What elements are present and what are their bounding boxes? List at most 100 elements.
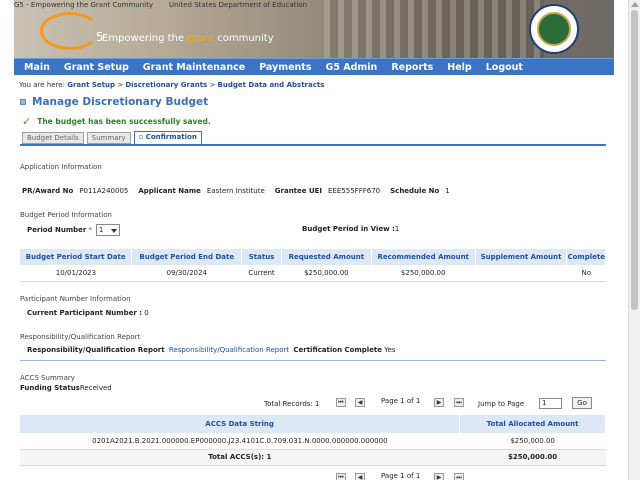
application-info-row: PR/Award No P011A240005 Applicant Name E… <box>22 187 460 195</box>
award-label: PR/Award No <box>22 187 74 195</box>
banner-alt-text: G5 - Empowering the Grant Community <box>14 1 154 9</box>
nav-grant-maintenance[interactable]: Grant Maintenance <box>143 62 245 73</box>
next-page-button[interactable]: ▶ <box>434 473 444 480</box>
breadcrumb-prefix: You are here: <box>19 81 68 89</box>
success-banner: ✓ The budget has been successfully saved… <box>22 115 211 128</box>
total-accs-label: Total ACCS(s): 1 <box>20 449 460 466</box>
period-in-view: Budget Period in View :1 <box>302 225 399 233</box>
funding-status-row: Funding StatusReceived <box>20 384 112 392</box>
jump-to-page-input[interactable]: 1 <box>539 398 562 409</box>
responsibility-report-link[interactable]: Responsibility/Qualification Report <box>169 346 289 354</box>
breadcrumb-separator: > <box>207 81 218 89</box>
responsibility-section-label: Responsibility/Qualification Report <box>20 333 141 341</box>
col-total-allocated-amount[interactable]: Total Allocated Amount <box>459 415 606 433</box>
chevron-down-icon <box>110 229 117 233</box>
go-button[interactable]: Go <box>572 397 592 409</box>
period-number-row: Period Number * 1 <box>27 224 120 236</box>
tagline: Empowering the grant community <box>102 33 274 44</box>
nav-g5-admin[interactable]: G5 Admin <box>326 62 378 73</box>
breadcrumb-budget-data[interactable]: Budget Data and Abstracts <box>218 81 325 89</box>
nav-help[interactable]: Help <box>447 62 471 73</box>
page-title: Manage Discretionary Budget <box>32 96 209 108</box>
accs-section-label: ACCS Summary <box>20 374 75 382</box>
tagline-suffix: community <box>214 33 274 44</box>
nav-reports[interactable]: Reports <box>391 62 433 73</box>
banner-background <box>324 0 544 58</box>
tagline-prefix: Empowering the <box>102 33 188 44</box>
period-number-select[interactable]: 1 <box>95 224 120 236</box>
scroll-up-arrow-icon[interactable] <box>631 2 639 7</box>
funding-status-value: Received <box>79 384 112 392</box>
nav-grant-setup[interactable]: Grant Setup <box>64 62 129 73</box>
g5-logo-arc <box>40 12 100 50</box>
period-in-view-label: Budget Period in View : <box>302 225 395 233</box>
tab-confirmation[interactable]: ▫ Confirmation <box>133 131 202 144</box>
seal-tree-icon <box>537 12 571 46</box>
total-accs-value: $250,000.00 <box>459 449 606 466</box>
period-number-label: Period Number <box>27 226 87 234</box>
header-banner: G5 - Empowering the Grant Community Unit… <box>14 0 614 58</box>
tab-underline <box>20 144 606 146</box>
certification-value: Yes <box>384 346 396 354</box>
nav-main[interactable]: Main <box>24 62 50 73</box>
jump-to-page-label: Jump to Page <box>478 400 525 408</box>
accs-pager-bottom: ⏮ ◀ Page 1 of 1 ▶ ⏭ <box>20 472 606 480</box>
tab-summary[interactable]: Summary <box>86 132 131 144</box>
col-accs-data-string[interactable]: ACCS Data String <box>20 415 461 433</box>
schedule-value: 1 <box>445 187 450 195</box>
title-bullet-icon <box>20 99 26 105</box>
table-row: 0201A2021.B.2021.000000.EP000000.J23.410… <box>20 433 606 450</box>
responsibility-row: Responsibility/Qualification Report Resp… <box>27 346 396 354</box>
budget-period-section-label: Budget Period Information <box>20 211 112 219</box>
nav-logout[interactable]: Logout <box>486 62 523 73</box>
breadcrumb-grant-setup[interactable]: Grant Setup <box>67 81 115 89</box>
nav-payments[interactable]: Payments <box>259 62 311 73</box>
table-header-row: Budget Period Start Date Budget Period E… <box>20 249 606 265</box>
uei-value: EEE555FFF670 <box>328 187 381 195</box>
participant-value: 0 <box>144 309 149 317</box>
last-page-button[interactable]: ⏭ <box>454 473 464 480</box>
vertical-scrollbar[interactable] <box>628 0 640 480</box>
participant-label: Current Participant Number : <box>27 309 143 317</box>
main-nav: Main Grant Setup Grant Maintenance Payme… <box>14 58 614 75</box>
participant-section-label: Participant Number Information <box>20 295 131 303</box>
applicant-value: Eastern Institute <box>206 187 265 195</box>
first-page-button[interactable]: ⏮ <box>336 473 346 480</box>
col-recommended-amount[interactable]: Recommended Amount <box>371 249 476 265</box>
responsibility-label: Responsibility/Qualification Report <box>27 346 165 354</box>
cell-status: Current <box>241 265 282 282</box>
divider <box>20 360 606 361</box>
cell-recommended-amount: $250,000.00 <box>371 265 476 282</box>
col-requested-amount[interactable]: Requested Amount <box>281 249 372 265</box>
col-status[interactable]: Status <box>241 249 282 265</box>
breadcrumb-discretionary-grants[interactable]: Discretionary Grants <box>125 81 207 89</box>
tab-confirmation-icon: ▫ <box>138 133 146 141</box>
accs-table: ACCS Data String Total Allocated Amount … <box>20 415 606 466</box>
col-start-date[interactable]: Budget Period Start Date <box>20 249 133 265</box>
col-supplement-amount[interactable]: Supplement Amount <box>475 249 568 265</box>
period-number-value: 1 <box>98 226 104 234</box>
cell-start-date: 10/01/2023 <box>20 265 132 282</box>
prev-page-button[interactable]: ◀ <box>355 473 365 480</box>
col-complete[interactable]: Complete <box>566 249 606 265</box>
tab-budget-details[interactable]: Budget Details <box>22 132 84 144</box>
participant-row: Current Participant Number : 0 <box>27 309 149 317</box>
scrollbar-thumb[interactable] <box>631 10 638 310</box>
period-in-view-value: 1 <box>394 225 400 233</box>
certification-label: Certification Complete <box>293 346 382 354</box>
total-records: Total Records: 1 <box>264 400 320 408</box>
breadcrumb-separator: > <box>115 81 126 89</box>
seal-alt-text: United States Department of Education <box>169 1 308 9</box>
next-page-button[interactable]: ▶ <box>434 398 444 407</box>
last-page-button[interactable]: ⏭ <box>454 398 464 407</box>
table-header-row: ACCS Data String Total Allocated Amount <box>20 415 606 433</box>
prev-page-button[interactable]: ◀ <box>355 398 365 407</box>
tab-bar: Budget Details Summary ▫ Confirmation <box>22 131 205 144</box>
cell-supplement-amount <box>475 265 567 282</box>
col-end-date[interactable]: Budget Period End Date <box>131 249 243 265</box>
first-page-button[interactable]: ⏮ <box>336 398 346 407</box>
tagline-highlight: grant <box>187 33 215 44</box>
total-row: Total ACCS(s): 1 $250,000.00 <box>20 449 606 466</box>
page-of-label: Page 1 of 1 <box>381 397 421 405</box>
success-message: The budget has been successfully saved. <box>37 117 211 126</box>
